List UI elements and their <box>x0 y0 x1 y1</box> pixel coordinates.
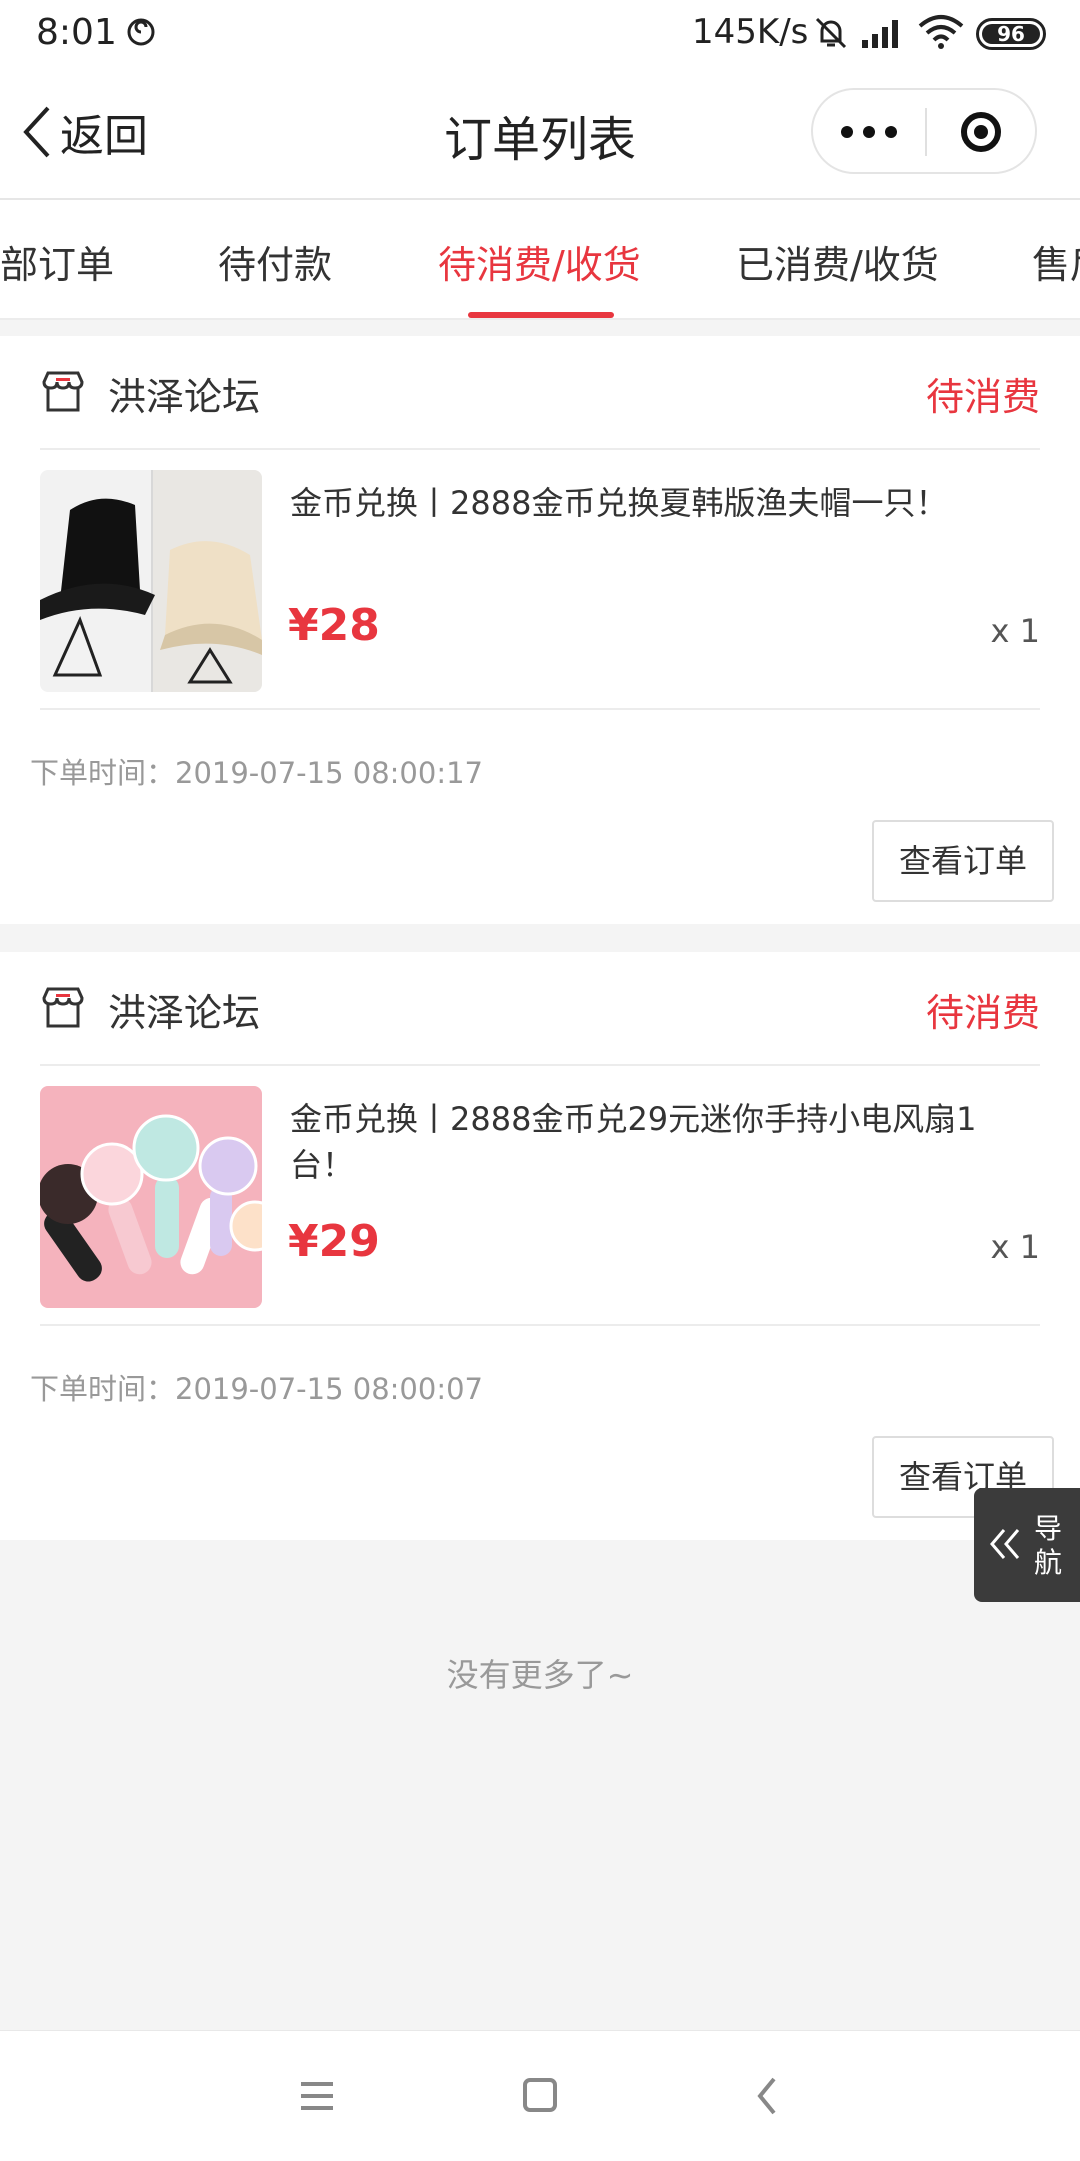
battery-level: 96 <box>997 22 1025 46</box>
order-tabs: 部订单 待付款 待消费/收货 已消费/收货 售后 <box>0 200 1080 320</box>
product-image <box>40 470 262 692</box>
tab-pending-payment[interactable]: 待付款 <box>218 234 332 289</box>
back-nav-icon[interactable] <box>738 2069 798 2123</box>
order-time: 下单时间：2019-07-15 08:00:17 <box>30 756 483 790</box>
product-price: ¥29 <box>288 1216 380 1267</box>
tab-consumed[interactable]: 已消费/收货 <box>736 234 939 289</box>
system-nav-bar <box>0 2030 1080 2161</box>
no-more-text: 没有更多了~ <box>446 1656 634 1694</box>
product-price: ¥28 <box>288 600 380 651</box>
product-title: 金币兑换丨2888金币兑换夏韩版渔夫帽一只！ <box>290 484 948 522</box>
order-header: 洪泽论坛 待消费 <box>40 952 1040 1066</box>
status-bar: 8:01 145K/s 96 <box>0 0 1080 66</box>
product-image <box>40 1086 262 1308</box>
order-status: 待消费 <box>925 991 1040 1035</box>
status-time: 8:01 <box>36 12 117 53</box>
mini-program-capsule <box>811 88 1037 174</box>
order-product[interactable]: 金币兑换丨2888金币兑29元迷你手持小电风扇1台！ ¥29 x 1 <box>40 1066 1040 1326</box>
back-label: 返回 <box>60 111 148 162</box>
product-title: 金币兑换丨2888金币兑29元迷你手持小电风扇1台！ <box>290 1100 977 1184</box>
battery-icon: 96 <box>976 18 1046 50</box>
active-tab-indicator <box>468 312 614 318</box>
signal-icon <box>862 20 898 48</box>
tab-after-sales[interactable]: 售后 <box>1032 234 1080 289</box>
menu-icon[interactable] <box>287 2069 347 2123</box>
tab-all-orders[interactable]: 部订单 <box>0 234 114 289</box>
store-icon <box>42 371 84 412</box>
bell-muted-icon <box>815 17 847 49</box>
app-notification-icon <box>127 18 155 46</box>
view-order-button[interactable]: 查看订单 <box>872 820 1054 902</box>
wifi-icon <box>918 15 964 49</box>
tab-pending-consumption[interactable]: 待消费/收货 <box>438 234 641 289</box>
order-card: 洪泽论坛 待消费 金币兑换丨2888金币兑换夏韩版渔夫帽一只！ ¥28 x 1 … <box>0 336 1080 924</box>
network-speed: 145K/s <box>692 12 809 52</box>
product-quantity: x 1 <box>990 612 1040 650</box>
home-icon[interactable] <box>510 2069 570 2123</box>
order-time: 下单时间：2019-07-15 08:00:07 <box>30 1372 483 1406</box>
back-button[interactable]: 返回 <box>20 100 148 164</box>
store-icon <box>42 987 84 1028</box>
floating-nav-label-2: 航 <box>1033 1546 1062 1579</box>
more-dots-icon <box>841 126 853 138</box>
order-product[interactable]: 金币兑换丨2888金币兑换夏韩版渔夫帽一只！ ¥28 x 1 <box>40 450 1040 710</box>
order-status: 待消费 <box>925 375 1040 419</box>
store-name[interactable]: 洪泽论坛 <box>108 366 260 421</box>
store-name[interactable]: 洪泽论坛 <box>108 982 260 1037</box>
close-button[interactable] <box>927 90 1037 174</box>
product-quantity: x 1 <box>990 1228 1040 1266</box>
floating-nav-button[interactable]: 导 航 <box>974 1488 1080 1602</box>
floating-nav-label-1: 导 <box>1033 1512 1062 1545</box>
order-card: 洪泽论坛 待消费 金币兑换丨2888金币兑29元迷你手持小电风扇1台！ ¥29 … <box>0 952 1080 1540</box>
more-button[interactable] <box>813 90 925 174</box>
double-chevron-left-icon <box>990 1529 1020 1559</box>
nav-bar: 返回 订单列表 <box>0 66 1080 200</box>
order-header: 洪泽论坛 待消费 <box>40 336 1040 450</box>
chevron-left-icon <box>23 106 50 158</box>
